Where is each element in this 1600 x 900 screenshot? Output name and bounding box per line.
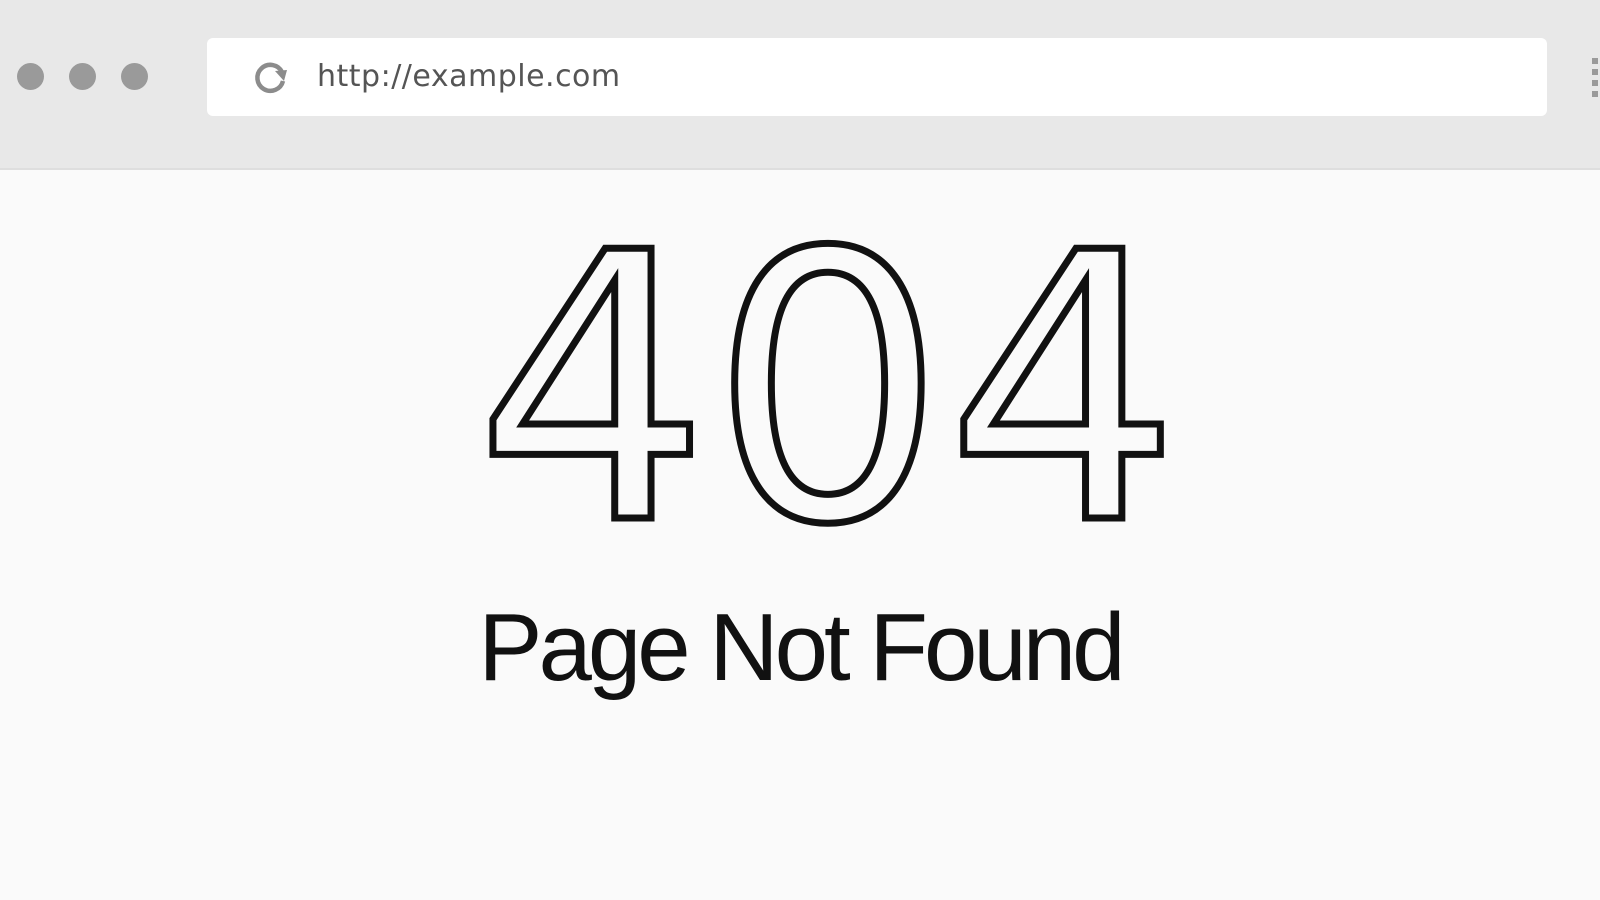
- reload-icon[interactable]: [251, 57, 291, 97]
- address-bar[interactable]: http://example.com: [207, 38, 1547, 116]
- close-window-dot-icon[interactable]: [17, 63, 44, 90]
- menu-dots-icon[interactable]: [1592, 58, 1598, 98]
- error-code: 404: [0, 173, 1600, 610]
- minimize-window-dot-icon[interactable]: [69, 63, 96, 90]
- page-content: 404 Page Not Found: [0, 170, 1600, 900]
- error-message: Page Not Found: [478, 594, 1125, 701]
- url-text[interactable]: http://example.com: [317, 38, 621, 116]
- maximize-window-dot-icon[interactable]: [121, 63, 148, 90]
- error-code-text: 404: [475, 228, 1181, 548]
- browser-toolbar: http://example.com: [0, 0, 1600, 170]
- browser-window: http://example.com 404 Page Not Found: [0, 0, 1600, 900]
